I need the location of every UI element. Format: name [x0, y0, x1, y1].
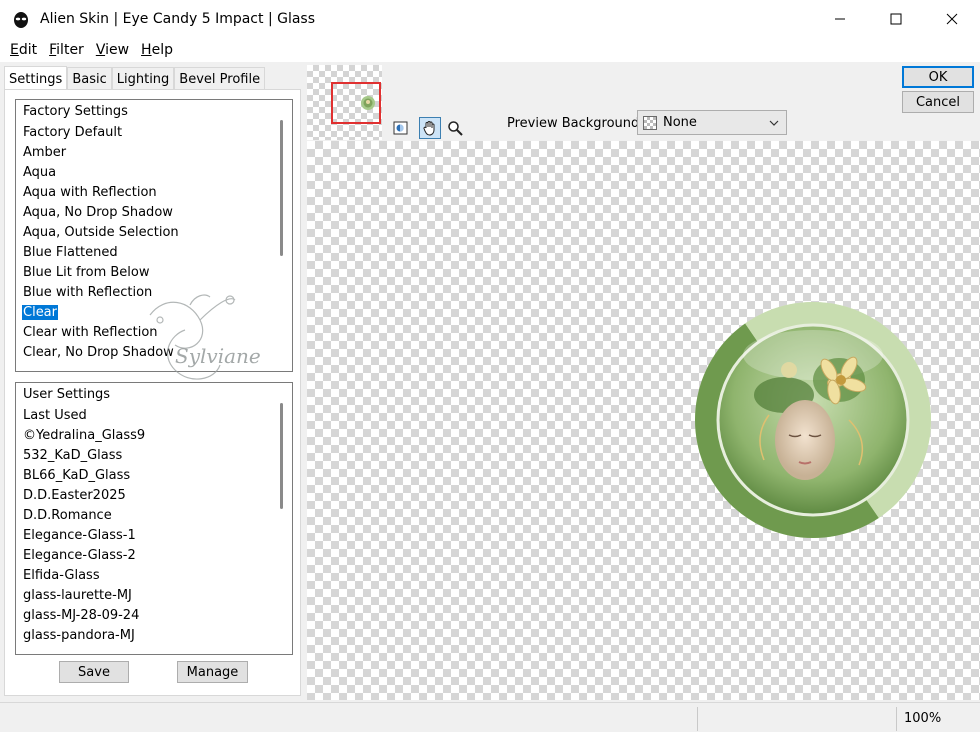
list-item[interactable]: ©Yedralina_Glass9	[16, 425, 292, 445]
list-item[interactable]: Aqua, Outside Selection	[16, 222, 292, 242]
alien-skin-app-icon	[10, 8, 32, 30]
tab-basic[interactable]: Basic	[67, 67, 112, 90]
menu-view[interactable]: View	[90, 42, 135, 58]
zoom-tool-button[interactable]	[444, 117, 466, 139]
preview-background-label: Preview Background:	[507, 115, 644, 131]
list-item[interactable]: Factory Default	[16, 122, 292, 142]
list-item[interactable]: BL66_KaD_Glass	[16, 465, 292, 485]
list-item[interactable]: D.D.Romance	[16, 505, 292, 525]
list-item[interactable]: Elegance-Glass-2	[16, 545, 292, 565]
menu-help[interactable]: Help	[135, 42, 179, 58]
preview-background-value: None	[663, 115, 697, 130]
preview-canvas[interactable]	[307, 141, 980, 700]
minimize-icon	[835, 18, 845, 20]
factory-scrollbar[interactable]	[280, 120, 283, 256]
list-item[interactable]: Elfida-Glass	[16, 565, 292, 585]
status-bar: 100%	[0, 702, 980, 732]
factory-settings-header: Factory Settings	[23, 103, 128, 119]
close-button[interactable]	[924, 0, 980, 38]
window-title: Alien Skin | Eye Candy 5 Impact | Glass	[40, 11, 316, 27]
list-item[interactable]: Clear with Reflection	[16, 322, 292, 342]
list-item[interactable]: Elegance-Glass-1	[16, 525, 292, 545]
list-item[interactable]: Aqua, No Drop Shadow	[16, 202, 292, 222]
minimize-button[interactable]	[812, 0, 868, 38]
maximize-button[interactable]	[868, 0, 924, 38]
list-item[interactable]: 532_KaD_Glass	[16, 445, 292, 465]
transparency-swatch-icon	[643, 115, 657, 130]
close-icon	[946, 13, 958, 25]
save-button[interactable]: Save	[59, 661, 129, 683]
settings-panel: Factory Settings Factory Default Amber Aqu…	[4, 89, 301, 696]
list-item[interactable]: glass-pandora-MJ	[16, 625, 292, 645]
cancel-button[interactable]: Cancel	[902, 91, 974, 113]
tab-strip: Settings Basic Lighting Bevel Profile	[4, 66, 266, 91]
magnifier-icon	[448, 121, 463, 136]
list-item[interactable]: Blue with Reflection	[16, 282, 292, 302]
title-bar: Alien Skin | Eye Candy 5 Impact | Glass	[0, 0, 980, 38]
tab-bevel-profile[interactable]: Bevel Profile	[174, 67, 266, 90]
list-item[interactable]: Blue Lit from Below	[16, 262, 292, 282]
navigator-medallion	[361, 96, 375, 110]
menu-filter[interactable]: Filter	[43, 42, 90, 58]
tab-settings[interactable]: Settings	[4, 66, 68, 91]
user-scrollbar[interactable]	[280, 403, 283, 509]
list-item[interactable]: Aqua with Reflection	[16, 182, 292, 202]
chevron-down-icon	[769, 120, 779, 126]
list-item-selected[interactable]: Clear	[16, 302, 292, 322]
list-item[interactable]: Clear, No Drop Shadow	[16, 342, 292, 362]
manage-button[interactable]: Manage	[177, 661, 248, 683]
preview-background-select[interactable]: None	[637, 110, 787, 135]
list-item[interactable]: Last Used	[16, 405, 292, 425]
zoom-level: 100%	[904, 711, 942, 726]
list-item[interactable]: Blue Flattened	[16, 242, 292, 262]
tab-lighting[interactable]: Lighting	[111, 67, 175, 90]
user-settings-list[interactable]: User Settings Last Used ©Yedralina_Glass9…	[15, 382, 293, 655]
list-item[interactable]: glass-MJ-28-09-24	[16, 605, 292, 625]
list-item[interactable]: glass-laurette-MJ	[16, 585, 292, 605]
glass-medallion-preview	[695, 302, 931, 538]
hand-icon	[423, 121, 435, 136]
user-settings-header: User Settings	[23, 386, 111, 402]
menu-bar: Edit Filter View Help	[0, 38, 980, 62]
factory-settings-list[interactable]: Factory Settings Factory Default Amber Aqu…	[15, 99, 293, 372]
list-item[interactable]: Aqua	[16, 162, 292, 182]
list-item[interactable]: D.D.Easter2025	[16, 485, 292, 505]
list-item[interactable]: Amber	[16, 142, 292, 162]
navigator-thumbnail[interactable]	[307, 65, 382, 140]
compare-icon	[393, 121, 408, 135]
menu-edit[interactable]: Edit	[4, 42, 43, 58]
pan-tool-button[interactable]	[419, 117, 441, 139]
ok-button[interactable]: OK	[902, 66, 974, 88]
preview-toggle-button[interactable]	[390, 117, 412, 139]
maximize-icon	[890, 13, 902, 25]
